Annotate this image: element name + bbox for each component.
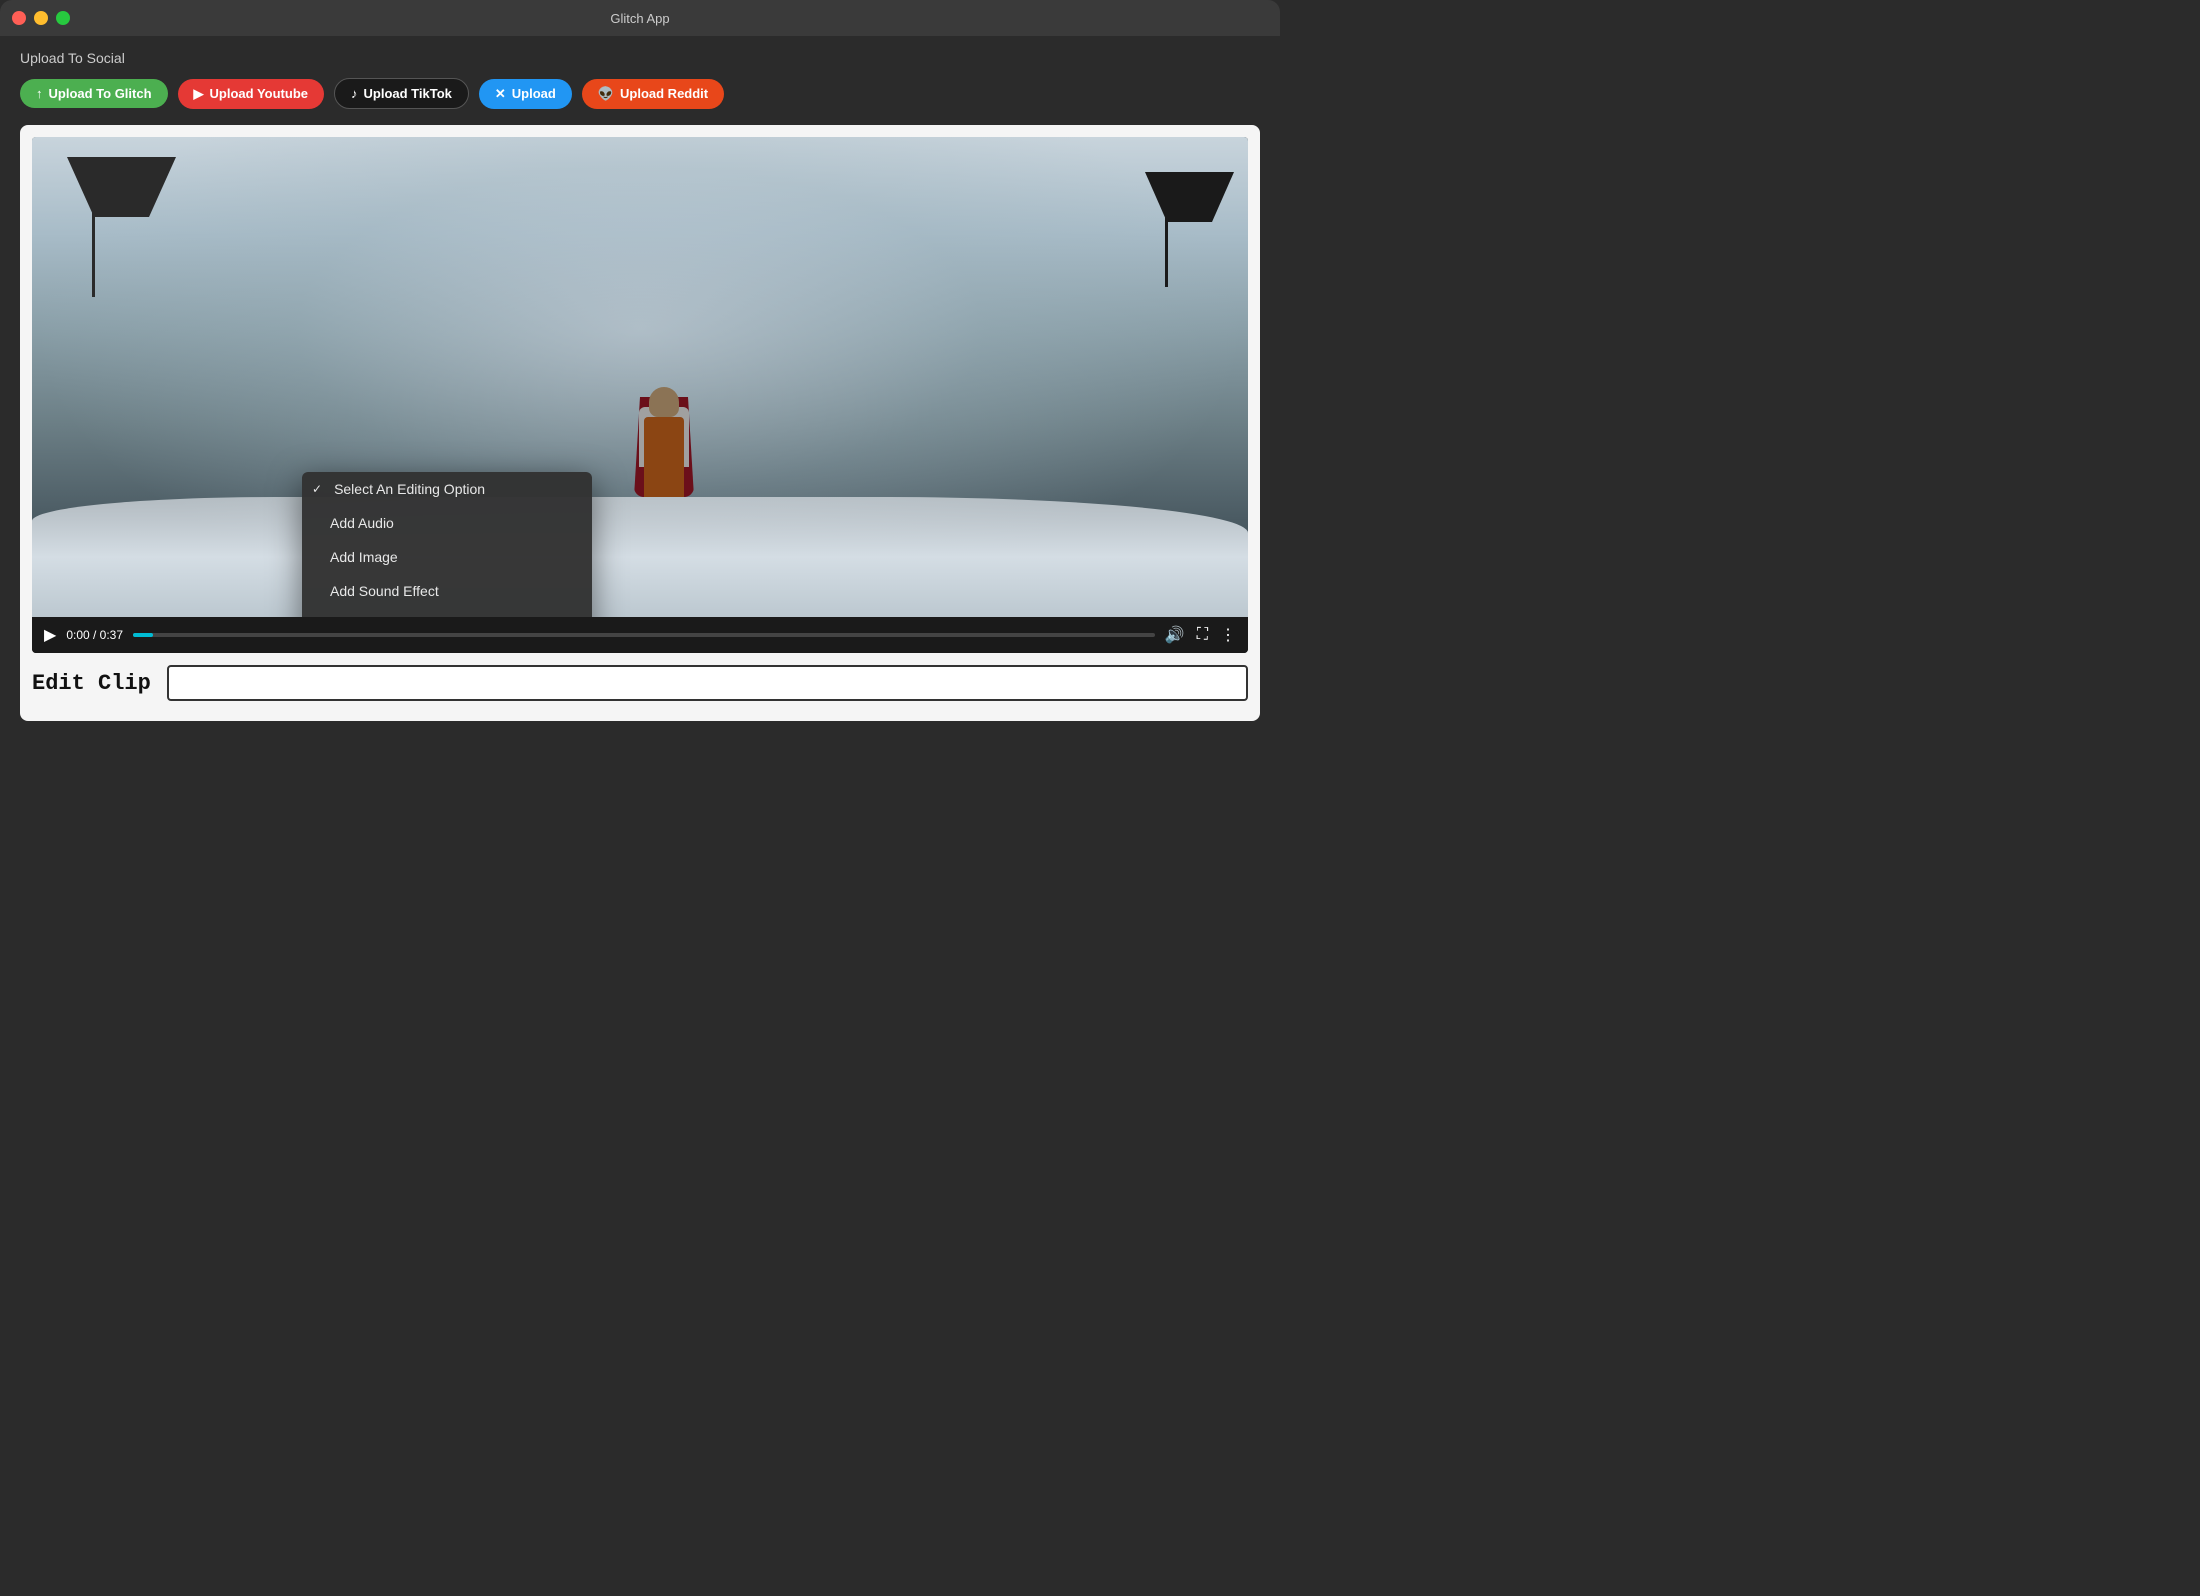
upload-x-button[interactable]: ✕ Upload	[479, 79, 572, 109]
maximize-button[interactable]	[56, 11, 70, 25]
youtube-icon: ▶	[194, 86, 204, 102]
dropdown-select-editing-label: Select An Editing Option	[334, 481, 485, 497]
volume-icon[interactable]: 🔊	[1165, 625, 1185, 645]
upload-tiktok-label: Upload TikTok	[364, 86, 452, 101]
window-controls	[12, 11, 70, 25]
edit-clip-input[interactable]	[167, 665, 1248, 701]
video-wrapper: Select An Editing Option Add Audio Add I…	[32, 137, 1248, 653]
app-title: Glitch App	[610, 11, 669, 26]
dropdown-add-sound-effect-label: Add Sound Effect	[330, 583, 439, 599]
upload-social-label: Upload To Social	[20, 50, 1260, 66]
upload-reddit-button[interactable]: 👽 Upload Reddit	[582, 79, 724, 109]
dropdown-item-select-editing[interactable]: Select An Editing Option	[302, 472, 592, 506]
close-button[interactable]	[12, 11, 26, 25]
char-head	[649, 387, 679, 417]
dropdown-add-image-label: Add Image	[330, 549, 398, 565]
editing-dropdown: Select An Editing Option Add Audio Add I…	[302, 472, 592, 617]
dropdown-item-add-image[interactable]: Add Image	[302, 540, 592, 574]
tree-left	[92, 177, 95, 297]
upload-reddit-label: Upload Reddit	[620, 86, 708, 101]
char-body	[644, 417, 684, 497]
dropdown-item-add-audio[interactable]: Add Audio	[302, 506, 592, 540]
x-icon: ✕	[495, 86, 506, 102]
upload-x-label: Upload	[512, 86, 556, 101]
upload-buttons-bar: ↑ Upload To Glitch ▶ Upload Youtube ♪ Up…	[20, 78, 1260, 109]
upload-tiktok-button[interactable]: ♪ Upload TikTok	[334, 78, 469, 109]
snow-ground	[32, 497, 1248, 617]
video-time-display: 0:00 / 0:37	[66, 628, 123, 642]
dropdown-item-add-sound-effect[interactable]: Add Sound Effect	[302, 574, 592, 608]
titlebar: Glitch App	[0, 0, 1280, 36]
dropdown-item-add-text[interactable]: Add Text	[302, 608, 592, 617]
dropdown-add-audio-label: Add Audio	[330, 515, 394, 531]
video-progress-fill	[133, 633, 153, 637]
video-player[interactable]: Select An Editing Option Add Audio Add I…	[32, 137, 1248, 617]
fullscreen-icon[interactable]: ⛶	[1197, 626, 1208, 644]
character	[624, 337, 704, 497]
edit-clip-area: Edit Clip	[32, 653, 1248, 709]
video-container: Select An Editing Option Add Audio Add I…	[20, 125, 1260, 721]
upload-glitch-button[interactable]: ↑ Upload To Glitch	[20, 79, 168, 108]
reddit-icon: 👽	[598, 86, 614, 102]
minimize-button[interactable]	[34, 11, 48, 25]
video-progress-bar[interactable]	[133, 633, 1155, 637]
upload-youtube-button[interactable]: ▶ Upload Youtube	[178, 79, 324, 109]
upload-youtube-label: Upload Youtube	[210, 86, 308, 101]
main-content: Upload To Social ↑ Upload To Glitch ▶ Up…	[0, 36, 1280, 735]
tiktok-icon: ♪	[351, 86, 358, 101]
video-scene	[32, 137, 1248, 617]
edit-clip-label: Edit Clip	[32, 671, 151, 696]
upload-glitch-label: Upload To Glitch	[49, 86, 152, 101]
video-controls-right: 🔊 ⛶ ⋮	[1165, 625, 1236, 645]
video-controls: ▶ 0:00 / 0:37 🔊 ⛶ ⋮	[32, 617, 1248, 653]
tree-right	[1165, 187, 1168, 287]
upload-glitch-icon: ↑	[36, 86, 43, 101]
more-options-icon[interactable]: ⋮	[1220, 625, 1236, 645]
play-button[interactable]: ▶	[44, 625, 56, 645]
